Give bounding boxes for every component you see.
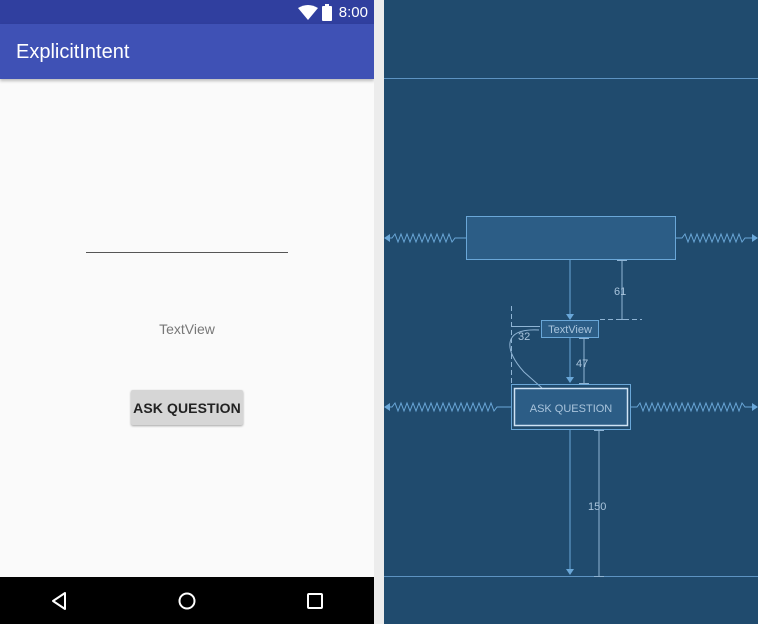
recents-icon[interactable] — [306, 591, 324, 611]
back-icon[interactable] — [50, 591, 68, 611]
blueprint-edit-text[interactable] — [466, 216, 676, 260]
home-icon[interactable] — [177, 591, 197, 611]
margin-47-label: 47 — [576, 358, 588, 370]
margin-150-label: 150 — [588, 501, 606, 513]
text-view: TextView — [159, 321, 215, 337]
battery-icon — [322, 4, 332, 21]
app-bar: ExplicitIntent — [0, 24, 374, 79]
navigation-bar — [0, 577, 374, 624]
blueprint-button-label: ASK QUESTION — [530, 403, 613, 415]
edit-text-left-constraint — [384, 232, 466, 244]
blueprint-view: 61 32 TextView 47 ASK QUESTION 150 — [384, 0, 758, 624]
button-left-constraint — [384, 401, 511, 413]
blueprint-text-view[interactable]: TextView — [541, 320, 599, 338]
wifi-icon — [298, 5, 318, 20]
edit-text-field[interactable] — [86, 228, 288, 253]
margin-32-label: 32 — [518, 331, 530, 343]
status-time: 8:00 — [338, 4, 368, 21]
device-preview: 8:00 ExplicitIntent TextView ASK QUESTIO… — [0, 0, 374, 624]
button-right-constraint — [631, 401, 758, 413]
blueprint-text-view-label: TextView — [548, 324, 592, 336]
edit-text-right-constraint — [676, 232, 758, 244]
margin-61-label: 61 — [614, 286, 626, 298]
app-title: ExplicitIntent — [16, 41, 130, 63]
blueprint-ask-question-button[interactable]: ASK QUESTION — [511, 384, 631, 430]
status-bar: 8:00 — [0, 0, 374, 24]
ask-question-button[interactable]: ASK QUESTION — [131, 390, 243, 425]
